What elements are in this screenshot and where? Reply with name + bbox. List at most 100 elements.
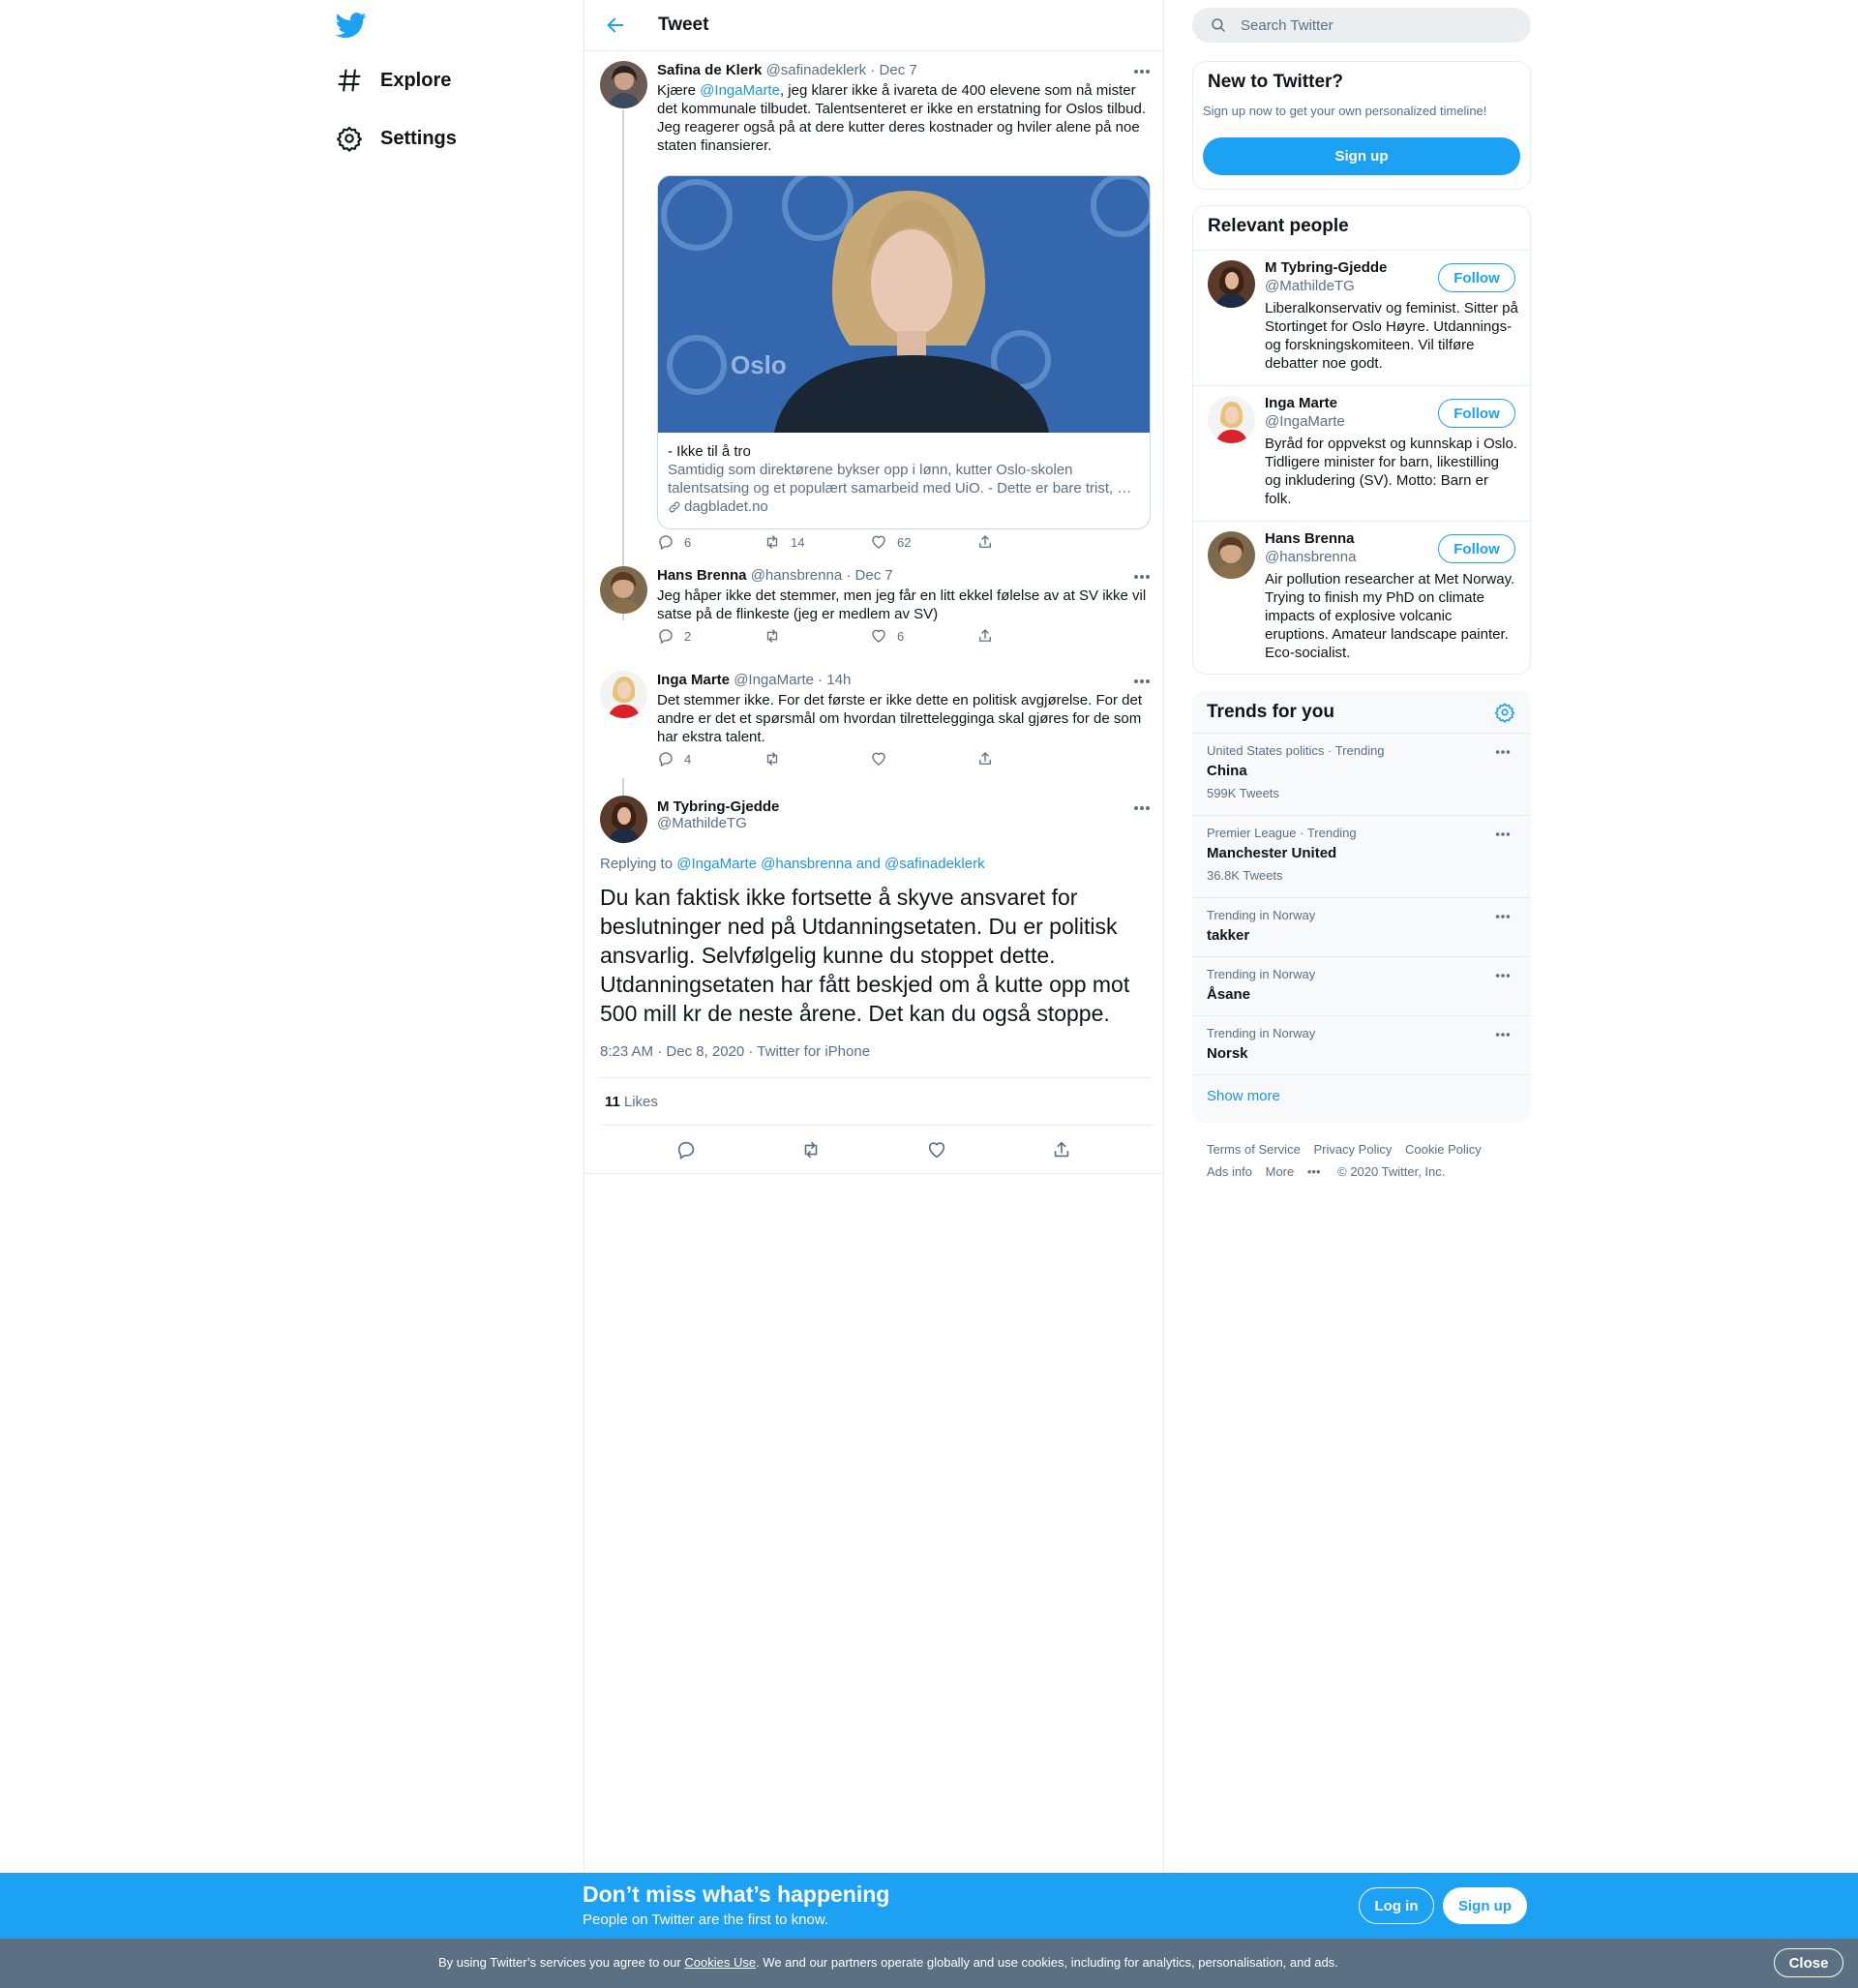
person-bio: Air pollution researcher at Met Norway. …	[1265, 571, 1515, 661]
more-icon[interactable]	[1494, 912, 1512, 921]
person-handle[interactable]: @IngaMarte	[1265, 413, 1345, 430]
signup-button[interactable]: Sign up	[1443, 1887, 1527, 1924]
like-button[interactable]: 62	[870, 533, 976, 551]
search-bar[interactable]	[1192, 8, 1531, 43]
retweet-icon[interactable]	[800, 1139, 822, 1160]
person-card[interactable]: Inga Marte @IngaMarte Follow Byråd for o…	[1193, 385, 1530, 521]
reply-icon[interactable]	[675, 1139, 697, 1160]
back-arrow-icon[interactable]	[598, 8, 633, 43]
avatar[interactable]	[600, 61, 647, 108]
footer-link[interactable]: Ads info	[1207, 1164, 1252, 1179]
more-icon[interactable]	[1132, 67, 1152, 76]
separator: ·	[846, 567, 855, 584]
footer-more[interactable]: More •••	[1266, 1164, 1331, 1179]
trend-item[interactable]: Trending in Norway Norsk	[1192, 1015, 1531, 1074]
person-handle[interactable]: @hansbrenna	[1265, 549, 1356, 565]
avatar[interactable]	[1208, 396, 1255, 443]
trend-name: Manchester United	[1207, 845, 1337, 861]
author-name[interactable]: M Tybring-Gjedde	[657, 798, 779, 815]
follow-button[interactable]: Follow	[1438, 263, 1515, 292]
hashtag-icon	[336, 67, 363, 94]
reply-button[interactable]: 2	[657, 627, 764, 645]
avatar[interactable]	[600, 566, 647, 614]
nav-settings[interactable]: Settings	[336, 115, 457, 162]
card-domain: dagbladet.no	[668, 497, 1140, 516]
more-icon[interactable]	[1494, 1030, 1512, 1039]
page-title: Tweet	[658, 15, 709, 35]
more-icon[interactable]	[1494, 747, 1512, 757]
person-name[interactable]: Hans Brenna	[1265, 530, 1355, 547]
person-card[interactable]: Hans Brenna @hansbrenna Follow Air pollu…	[1193, 521, 1530, 674]
person-handle[interactable]: @MathildeTG	[1265, 278, 1355, 294]
trend-context: Trending in Norway	[1207, 908, 1316, 922]
mention-link[interactable]: @IngaMarte	[700, 82, 780, 99]
avatar[interactable]	[1208, 531, 1255, 579]
trend-context: Premier League · Trending	[1207, 826, 1357, 840]
cookie-close-button[interactable]: Close	[1774, 1948, 1843, 1977]
share-button[interactable]	[976, 627, 1083, 645]
footer-link[interactable]: Cookie Policy	[1405, 1142, 1482, 1157]
footer-link[interactable]: Privacy Policy	[1313, 1142, 1392, 1157]
more-icon[interactable]	[1132, 677, 1152, 686]
author-name[interactable]: Safina de Klerk	[657, 62, 762, 78]
show-more-link[interactable]: Show more	[1207, 1088, 1280, 1104]
avatar[interactable]	[600, 671, 647, 718]
twitter-logo-icon[interactable]	[336, 10, 373, 43]
share-icon[interactable]	[1051, 1139, 1072, 1160]
likes-label: Likes	[623, 1093, 658, 1110]
more-icon[interactable]	[1132, 803, 1152, 813]
tweet-header: Hans Brenna @hansbrenna · Dec 7	[657, 566, 1152, 586]
person-name[interactable]: Inga Marte	[1265, 395, 1337, 411]
like-button[interactable]: 6	[870, 627, 976, 645]
person-name[interactable]: M Tybring-Gjedde	[1265, 259, 1387, 276]
retweet-button[interactable]	[764, 627, 870, 645]
reply-count: 6	[684, 534, 692, 550]
reply-button[interactable]: 6	[657, 533, 764, 551]
tweet-time[interactable]: Dec 7	[855, 567, 893, 584]
trend-item[interactable]: Premier League · Trending Manchester Uni…	[1192, 815, 1531, 897]
replying-to-mentions[interactable]: @IngaMarte @hansbrenna and @safinadekler…	[676, 856, 984, 872]
share-icon	[979, 752, 991, 765]
more-icon[interactable]	[1494, 829, 1512, 839]
likes-summary[interactable]: 11 Likes	[600, 1077, 1152, 1126]
author-handle[interactable]: @safinadeklerk	[766, 62, 867, 78]
tweet-time[interactable]: Dec 7	[880, 62, 917, 78]
avatar[interactable]	[1208, 260, 1255, 308]
relevant-people-panel: Relevant people M Tybring-Gjedde @Mathil…	[1192, 205, 1531, 675]
card-image-watermark: Oslo	[731, 350, 787, 379]
search-input[interactable]	[1241, 16, 1512, 34]
tweet-timestamp[interactable]: 8:23 AM · Dec 8, 2020 · Twitter for iPho…	[600, 1043, 870, 1060]
heart-icon[interactable]	[926, 1139, 947, 1160]
follow-button[interactable]: Follow	[1438, 534, 1515, 563]
nav-explore[interactable]: Explore	[336, 57, 451, 104]
person-card[interactable]: M Tybring-Gjedde @MathildeTG Follow Libe…	[1193, 250, 1530, 385]
tweet-time[interactable]: 14h	[826, 672, 851, 688]
like-count: 6	[897, 628, 905, 644]
share-button[interactable]	[976, 750, 1083, 768]
author-handle[interactable]: @IngaMarte	[734, 672, 814, 688]
reply-button[interactable]: 4	[657, 750, 764, 768]
avatar[interactable]	[600, 796, 647, 843]
login-button[interactable]: Log in	[1359, 1887, 1434, 1924]
like-button[interactable]	[870, 750, 976, 768]
link-card[interactable]: Oslo - Ikke til å tro Samtidig som direk…	[657, 175, 1151, 529]
cookies-use-link[interactable]: Cookies Use	[684, 1955, 756, 1970]
follow-button[interactable]: Follow	[1438, 399, 1515, 428]
separator: ·	[818, 672, 827, 688]
author-name[interactable]: Hans Brenna	[657, 567, 747, 584]
share-button[interactable]	[976, 533, 1083, 551]
footer-link[interactable]: Terms of Service	[1207, 1142, 1301, 1157]
card-description: Samtidig som direktørene bykser opp i lø…	[668, 462, 1132, 497]
author-handle[interactable]: @MathildeTG	[657, 815, 779, 831]
retweet-button[interactable]: 14	[764, 533, 870, 551]
author-name[interactable]: Inga Marte	[657, 672, 730, 688]
trend-item[interactable]: Trending in Norway takker	[1192, 897, 1531, 956]
author-handle[interactable]: @hansbrenna	[751, 567, 842, 584]
signup-button[interactable]: Sign up	[1203, 137, 1520, 175]
trend-item[interactable]: United States politics · Trending China …	[1192, 733, 1531, 815]
trends-settings-gear-icon[interactable]	[1494, 702, 1515, 723]
more-icon[interactable]	[1494, 971, 1512, 980]
trend-item[interactable]: Trending in Norway Åsane	[1192, 956, 1531, 1015]
retweet-button[interactable]	[764, 750, 870, 768]
more-icon[interactable]	[1132, 572, 1152, 582]
